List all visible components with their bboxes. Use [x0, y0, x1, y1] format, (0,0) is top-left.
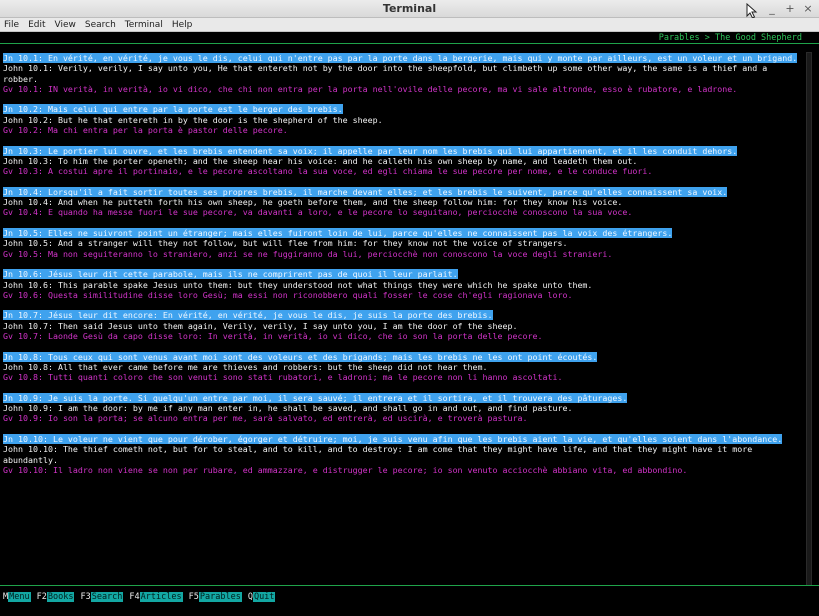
verse-block: Jn 10.6: Jésus leur dit cette parabole, … [3, 269, 803, 300]
verse-french[interactable]: Jn 10.6: Jésus leur dit cette parabole, … [3, 269, 458, 280]
mouse-cursor-icon [746, 3, 758, 19]
terminal-window: Terminal _ + × File Edit View Search Ter… [0, 0, 819, 616]
verse-list: Jn 10.1: En vérité, en vérité, je vous l… [3, 53, 803, 583]
menu-help[interactable]: Help [172, 20, 193, 30]
title-bar: Terminal _ + × [0, 0, 819, 19]
verse-english: John 10.8: All that ever came before me … [3, 361, 488, 372]
fkey-parables[interactable]: F5 Parables [188, 592, 242, 603]
scrollbar[interactable] [805, 52, 813, 586]
fkey-articles[interactable]: F4 Articles [129, 592, 183, 603]
fkey-label: Menu [8, 592, 31, 603]
verse-english: John 10.1: Verily, verily, I say unto yo… [3, 63, 773, 84]
verse-italian: Gv 10.1: IN verità, in verità, io vi dic… [3, 83, 738, 94]
verse-french[interactable]: Jn 10.4: Lorsqu'il a fait sortir toutes … [3, 186, 728, 197]
fkey-label: Quit [252, 592, 276, 603]
fkey-key: F5 [188, 592, 199, 602]
fkey-quit[interactable]: Q Quit [248, 592, 276, 603]
verse-italian: Gv 10.4: E quando ha messe fuori le sue … [3, 207, 633, 218]
verse-english: John 10.9: I am the door: by me if any m… [3, 403, 573, 414]
verse-block: Jn 10.1: En vérité, en vérité, je vous l… [3, 53, 803, 94]
footer-divider [0, 585, 819, 586]
fkey-key: F3 [80, 592, 91, 602]
maximize-button[interactable]: + [785, 2, 795, 15]
header-bar: Parables > The Good Shepherd [0, 32, 819, 44]
fkey-menu[interactable]: M Menu [3, 592, 31, 603]
verse-block: Jn 10.9: Je suis la porte. Si quelqu'un … [3, 392, 803, 424]
verse-block: Jn 10.3: Le portier lui ouvre, et les br… [3, 145, 803, 177]
verse-english: John 10.3: To him the porter openeth; an… [3, 155, 638, 166]
minimize-button[interactable]: _ [767, 2, 777, 15]
verse-french[interactable]: Jn 10.5: Elles ne suivront point un étra… [3, 228, 673, 239]
verse-english: John 10.6: This parable spake Jesus unto… [3, 279, 593, 290]
menu-bar: File Edit View Search Terminal Help [0, 18, 819, 32]
verse-block: Jn 10.2: Mais celui qui entre par la por… [3, 104, 803, 135]
menu-view[interactable]: View [55, 20, 76, 30]
fkey-label: Articles [139, 592, 183, 603]
verse-french[interactable]: Jn 10.1: En vérité, en vérité, je vous l… [3, 53, 798, 63]
fkey-key: F2 [36, 592, 47, 602]
verse-block: Jn 10.10: Le voleur ne vient que pour dé… [3, 433, 803, 475]
verse-italian: Gv 10.10: Il ladro non viene se non per … [3, 464, 688, 475]
verse-french[interactable]: Jn 10.10: Le voleur ne vient que pour dé… [3, 433, 783, 444]
fkey-label: Search [90, 592, 124, 603]
menu-file[interactable]: File [4, 20, 19, 30]
verse-italian: Gv 10.8: Tutti quanti coloro che son ven… [3, 372, 563, 383]
verse-italian: Gv 10.3: A costui apre il portinaio, e l… [3, 166, 653, 177]
window-title: Terminal [382, 2, 437, 15]
fkey-label: Books [46, 592, 75, 603]
verse-french[interactable]: Jn 10.3: Le portier lui ouvre, et les br… [3, 145, 738, 156]
menu-edit[interactable]: Edit [28, 20, 45, 30]
verse-italian: Gv 10.2: Ma chi entra per la porta è pas… [3, 125, 288, 136]
window-controls: _ + × [767, 2, 813, 15]
terminal-area[interactable]: Parables > The Good Shepherd Jn 10.1: En… [0, 32, 819, 616]
menu-terminal[interactable]: Terminal [125, 20, 163, 30]
verse-italian: Gv 10.9: Io son la porta; se alcuno entr… [3, 413, 528, 424]
verse-block: Jn 10.5: Elles ne suivront point un étra… [3, 228, 803, 259]
fkey-label: Parables [198, 592, 242, 603]
verse-block: Jn 10.7: Jésus leur dit encore: En vérit… [3, 310, 803, 341]
verse-english: John 10.10: The thief cometh not, but fo… [3, 444, 758, 465]
fkey-search[interactable]: F3 Search [80, 592, 124, 603]
verse-french[interactable]: Jn 10.8: Tous ceux qui sont venus avant … [3, 351, 598, 362]
verse-block: Jn 10.8: Tous ceux qui sont venus avant … [3, 351, 803, 383]
fkey-books[interactable]: F2 Books [36, 592, 75, 603]
function-key-bar: M Menu F2 Books F3 Search F4 Articles F5… [3, 592, 281, 603]
verse-french[interactable]: Jn 10.2: Mais celui qui entre par la por… [3, 104, 343, 115]
menu-search[interactable]: Search [85, 20, 116, 30]
verse-english: John 10.4: And when he putteth forth his… [3, 197, 623, 208]
breadcrumb: Parables > The Good Shepherd [658, 33, 802, 43]
verse-french[interactable]: Jn 10.9: Je suis la porte. Si quelqu'un … [3, 392, 628, 403]
verse-english: John 10.2: But he that entereth in by th… [3, 114, 383, 125]
scrollbar-thumb[interactable] [806, 52, 812, 586]
verse-block: Jn 10.4: Lorsqu'il a fait sortir toutes … [3, 186, 803, 218]
verse-italian: Gv 10.7: Laonde Gesù da capo disse loro:… [3, 331, 543, 342]
verse-italian: Gv 10.6: Questa similitudine disse loro … [3, 289, 573, 300]
fkey-key: F4 [129, 592, 140, 602]
verse-english: John 10.5: And a stranger will they not … [3, 238, 568, 249]
verse-italian: Gv 10.5: Ma non seguiteranno lo stranier… [3, 248, 613, 259]
verse-french[interactable]: Jn 10.7: Jésus leur dit encore: En vérit… [3, 310, 493, 321]
close-button[interactable]: × [803, 2, 813, 15]
verse-english: John 10.7: Then said Jesus unto them aga… [3, 320, 518, 331]
